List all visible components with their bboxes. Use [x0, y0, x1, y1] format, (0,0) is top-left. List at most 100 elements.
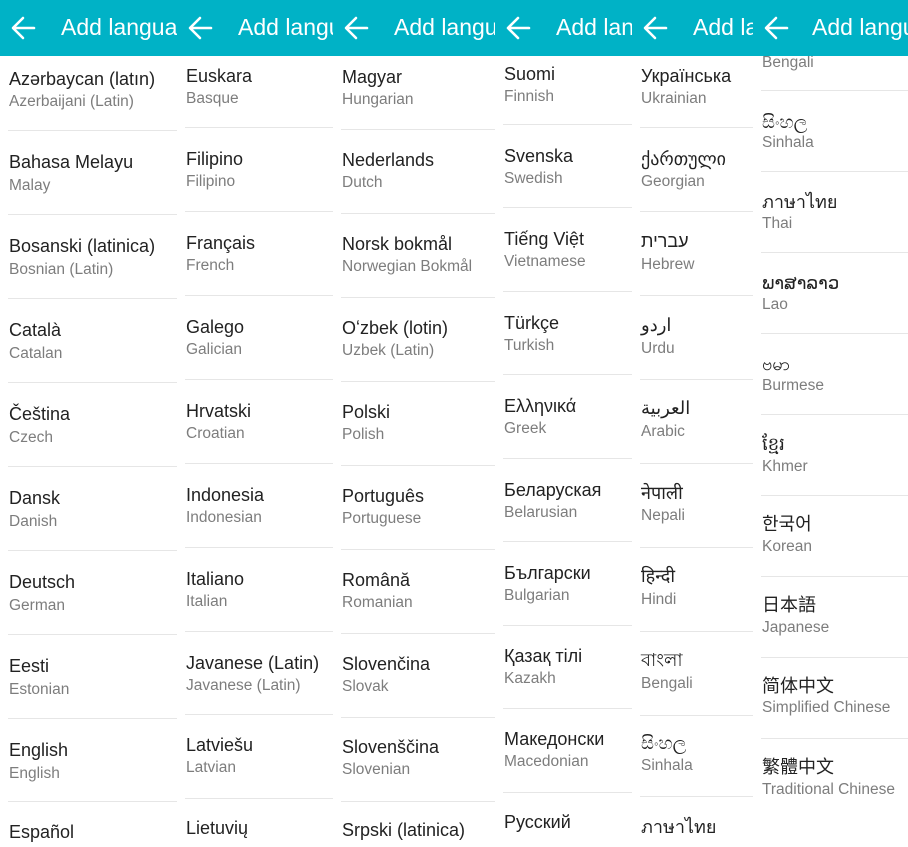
language-item[interactable]: Türkçe Turkish [495, 292, 632, 374]
language-english-name: Galician [186, 341, 242, 358]
language-item[interactable]: ພາສາລາວ Lao [753, 253, 908, 333]
language-item[interactable]: 繁體中文 Traditional Chinese [753, 739, 908, 819]
language-item[interactable]: ภาษาไทย [632, 797, 756, 847]
app-bar: Add language [632, 0, 756, 56]
language-item[interactable]: Euskara Basque [177, 56, 337, 127]
language-english-name: Polish [342, 426, 385, 443]
language-item[interactable]: العربية Arabic [632, 380, 756, 463]
language-item[interactable]: Polski Polish [333, 382, 495, 465]
language-item[interactable]: עברית Hebrew [632, 212, 756, 295]
back-arrow-icon[interactable] [642, 12, 668, 44]
language-item[interactable]: Bosanski (latinica) Bosnian (Latin) [0, 215, 180, 298]
back-arrow-icon[interactable] [505, 12, 531, 44]
language-item[interactable]: Nederlands Dutch [333, 130, 495, 213]
language-item[interactable]: Norsk bokmål Norwegian Bokmål [333, 214, 495, 297]
language-item[interactable]: Galego Galician [177, 296, 337, 379]
language-native-name: ภาษาไทย [641, 817, 717, 837]
back-arrow-icon[interactable] [763, 12, 789, 44]
language-native-name: English [9, 740, 69, 760]
language-item[interactable]: বাংলা Bengali [632, 632, 756, 715]
language-item[interactable]: हिन्दी Hindi [632, 548, 756, 631]
language-native-name: Euskara [186, 66, 253, 86]
panel-4: Suomi Finnish Svenska Swedish Tiếng Việt… [495, 0, 632, 847]
language-item[interactable]: Bahasa Melayu Malay [0, 131, 180, 214]
language-english-name: Bosnian (Latin) [9, 261, 114, 278]
language-english-name: Slovenian [342, 761, 411, 778]
language-item[interactable]: Lietuvių [177, 799, 337, 847]
page-title: Add language [556, 14, 632, 40]
language-item[interactable]: Русский [495, 793, 632, 847]
language-english-name: Basque [186, 90, 239, 107]
language-item[interactable]: Македонски Macedonian [495, 709, 632, 792]
language-list: Українська Ukrainian ქართული Georgian עב… [632, 0, 756, 847]
language-item[interactable]: Tiếng Việt Vietnamese [495, 208, 632, 291]
language-native-name: Filipino [186, 149, 244, 169]
language-item[interactable]: Deutsch German [0, 551, 180, 634]
language-item[interactable]: Български Bulgarian [495, 542, 632, 625]
language-item[interactable]: Română Romanian [333, 550, 495, 633]
language-item[interactable]: Қазақ тілі Kazakh [495, 626, 632, 708]
language-item[interactable]: Português Portuguese [333, 466, 495, 549]
language-english-name: Kazakh [504, 670, 556, 687]
language-item[interactable]: ქართული Georgian [632, 128, 756, 211]
language-english-name: Khmer [762, 458, 808, 475]
language-item[interactable]: Suomi Finnish [495, 56, 632, 124]
language-item[interactable]: Slovenščina Slovenian [333, 718, 495, 801]
language-item[interactable]: Bengali [753, 54, 908, 90]
panel-5: Українська Ukrainian ქართული Georgian עב… [632, 0, 756, 847]
language-english-name: Filipino [186, 173, 236, 190]
back-arrow-icon[interactable] [187, 12, 213, 44]
language-english-name: Malay [9, 177, 51, 194]
language-item[interactable]: සිංහල Sinhala [753, 91, 908, 171]
language-item[interactable]: English English [0, 719, 180, 802]
language-item[interactable]: Français French [177, 212, 337, 295]
page-title: Add language [812, 14, 908, 40]
language-english-name: Estonian [9, 681, 70, 698]
language-english-name: Thai [762, 215, 793, 232]
language-item[interactable]: ภาษาไทย Thai [753, 172, 908, 252]
language-english-name: Georgian [641, 173, 705, 190]
language-item[interactable]: Eesti Estonian [0, 635, 180, 718]
language-item[interactable]: ဗမာ Burmese [753, 334, 908, 414]
language-english-name: Danish [9, 513, 58, 530]
language-english-name: Latvian [186, 759, 236, 776]
language-item[interactable]: 简体中文 Simplified Chinese [753, 658, 908, 738]
language-item[interactable]: Dansk Danish [0, 467, 180, 550]
language-english-name: Croatian [186, 425, 245, 442]
language-item[interactable]: Filipino Filipino [177, 128, 337, 211]
language-item[interactable]: Magyar Hungarian [333, 56, 495, 129]
language-english-name: Indonesian [186, 509, 262, 526]
language-english-name: Vietnamese [504, 253, 586, 270]
language-native-name: Indonesia [186, 485, 265, 505]
language-item[interactable]: Ελληνικά Greek [495, 375, 632, 458]
language-item[interactable]: اردو Urdu [632, 296, 756, 379]
language-picker-collage: Azərbaycan (latın) Azerbaijani (Latin) B… [0, 0, 908, 847]
language-list: Magyar Hungarian Nederlands Dutch Norsk … [333, 0, 495, 847]
language-item[interactable]: ខ្មែរ Khmer [753, 415, 908, 495]
language-native-name: Azərbaycan (latın) [9, 69, 156, 89]
back-arrow-icon[interactable] [343, 12, 369, 44]
language-item[interactable]: Svenska Swedish [495, 125, 632, 207]
language-item[interactable]: Čeština Czech [0, 383, 180, 466]
language-item[interactable]: Italiano Italian [177, 548, 337, 631]
language-item[interactable]: Oʻzbek (lotin) Uzbek (Latin) [333, 298, 495, 381]
language-native-name: ქართული [641, 149, 726, 169]
language-item[interactable]: Беларуская Belarusian [495, 459, 632, 541]
language-item[interactable]: Slovenčina Slovak [333, 634, 495, 717]
back-arrow-icon[interactable] [10, 12, 36, 44]
language-item[interactable]: Español [0, 802, 180, 847]
language-item[interactable]: Indonesia Indonesian [177, 464, 337, 547]
language-item[interactable]: Hrvatski Croatian [177, 380, 337, 463]
language-item[interactable]: 한국어 Korean [753, 496, 908, 576]
language-item[interactable]: Srpski (latinica) [333, 802, 495, 847]
language-item[interactable]: Català Catalan [0, 299, 180, 382]
language-item[interactable]: नेपाली Nepali [632, 464, 756, 547]
language-item[interactable]: Javanese (Latin) Javanese (Latin) [177, 632, 337, 715]
language-item[interactable]: Українська Ukrainian [632, 56, 756, 127]
language-item[interactable]: Latviešu Latvian [177, 715, 337, 798]
language-item[interactable]: 日本語 Japanese [753, 577, 908, 657]
language-item[interactable]: සිංහල Sinhala [632, 716, 756, 796]
language-native-name: Tiếng Việt [504, 229, 585, 249]
language-list: Bengali සිංහල Sinhala ภาษาไทย Thai ພາສາລ… [753, 0, 908, 847]
language-item[interactable]: Azərbaycan (latın) Azerbaijani (Latin) [0, 56, 180, 130]
